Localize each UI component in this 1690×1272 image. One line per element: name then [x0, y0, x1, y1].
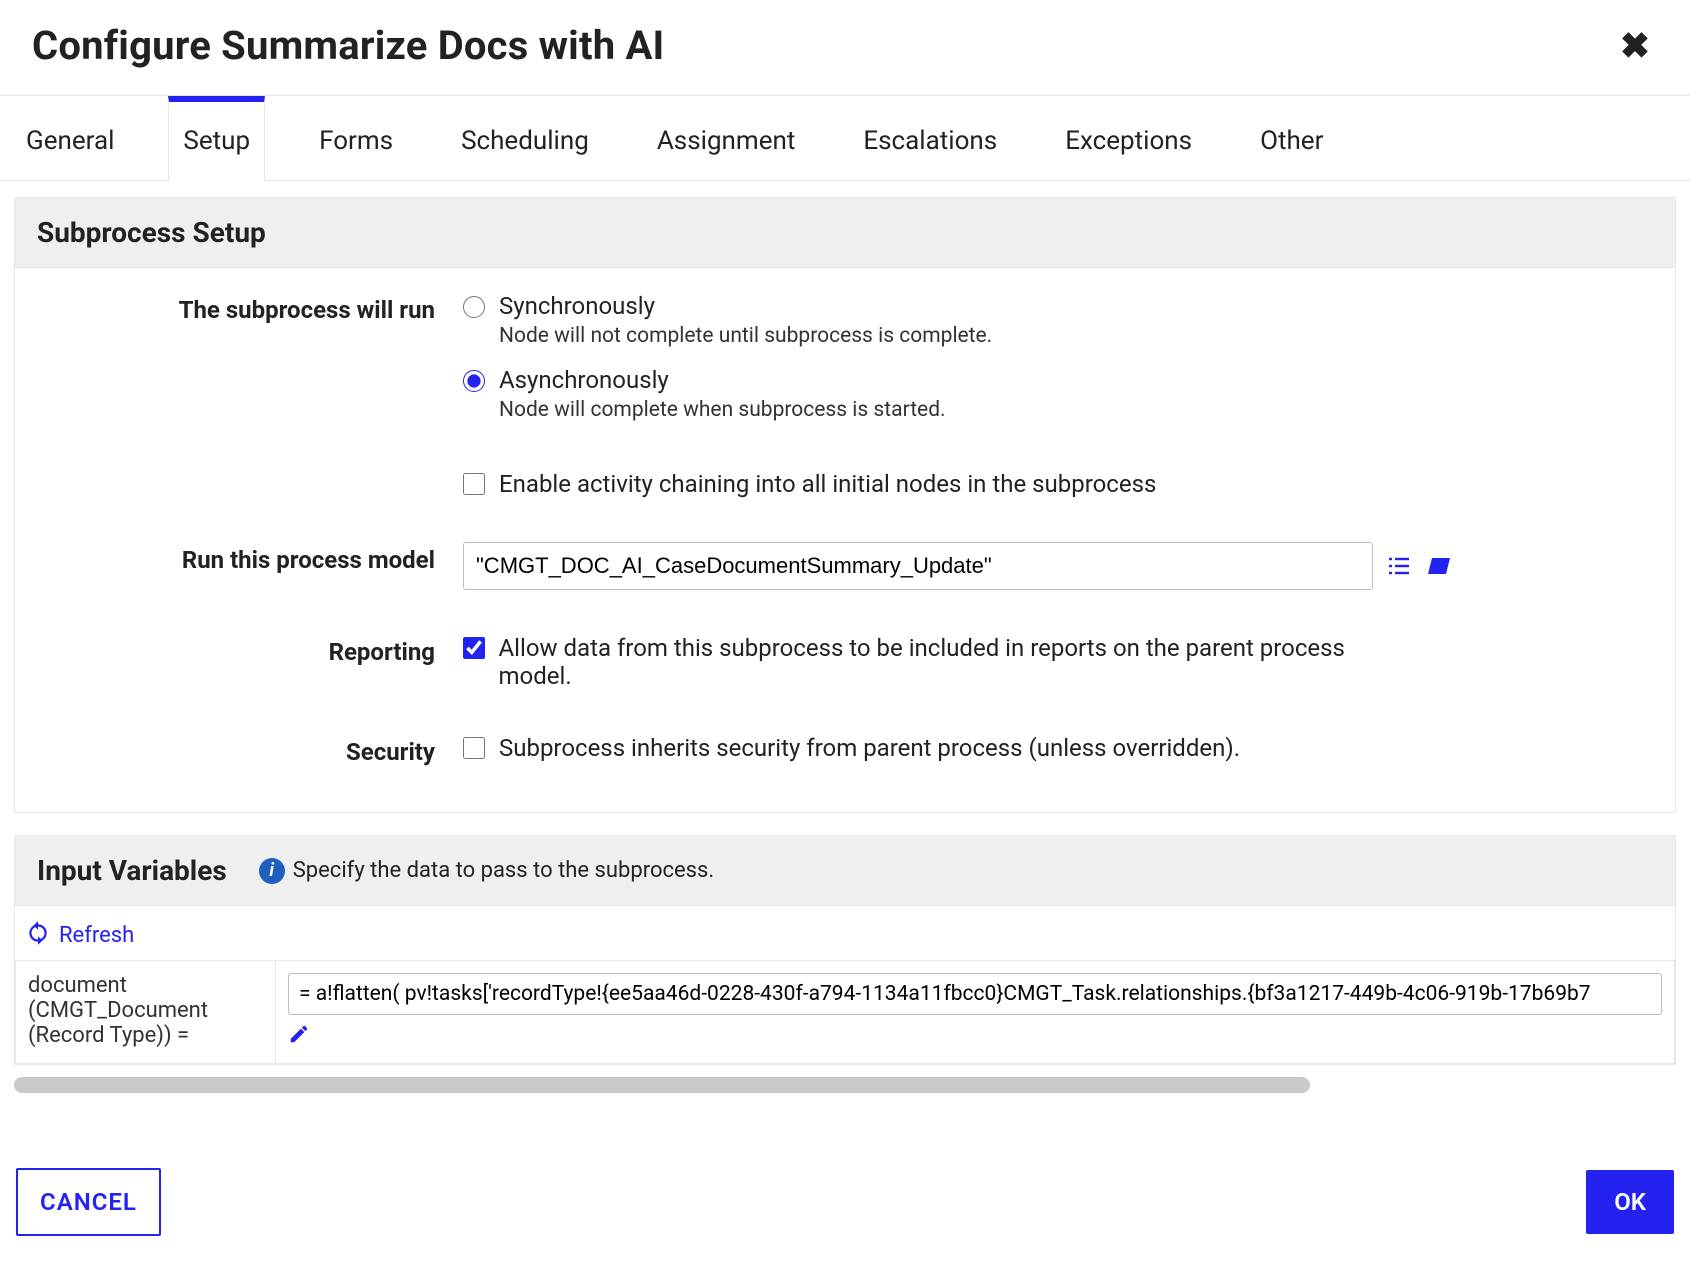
async-label: Asynchronously — [499, 366, 946, 394]
tab-strip: General Setup Forms Scheduling Assignmen… — [0, 96, 1690, 181]
ok-button[interactable]: OK — [1586, 1170, 1674, 1234]
reporting-text: Allow data from this subprocess to be in… — [499, 634, 1404, 690]
chaining-checkbox[interactable] — [463, 473, 485, 495]
iv-name-cell: document (CMGT_Document (Record Type)) = — [16, 961, 276, 1064]
edit-expression-icon[interactable] — [288, 1023, 310, 1051]
security-label: Security — [33, 734, 463, 766]
async-hint: Node will complete when subprocess is st… — [499, 398, 946, 422]
input-variables-header: Input Variables i Specify the data to pa… — [15, 836, 1675, 906]
titlebar: Configure Summarize Docs with AI ✖ — [0, 0, 1690, 96]
subprocess-setup-panel: Subprocess Setup The subprocess will run… — [14, 197, 1676, 813]
tab-forms[interactable]: Forms — [305, 96, 407, 180]
iv-value-cell — [276, 961, 1675, 1064]
list-picker-icon[interactable] — [1385, 552, 1413, 580]
chaining-label: Enable activity chaining into all initia… — [499, 470, 1156, 498]
input-variables-help: Specify the data to pass to the subproce… — [293, 858, 714, 883]
table-row: document (CMGT_Document (Record Type)) = — [16, 961, 1675, 1064]
cancel-button[interactable]: CANCEL — [16, 1168, 161, 1236]
model-label: Run this process model — [33, 542, 463, 574]
erase-icon[interactable] — [1425, 552, 1453, 580]
tab-other[interactable]: Other — [1246, 96, 1337, 180]
h-scrollbar-thumb[interactable] — [14, 1077, 1310, 1093]
process-model-input[interactable] — [463, 542, 1373, 590]
sync-radio[interactable] — [463, 296, 485, 318]
close-icon[interactable]: ✖ — [1612, 24, 1658, 68]
input-variables-panel: Input Variables i Specify the data to pa… — [14, 835, 1676, 1065]
tab-general[interactable]: General — [12, 96, 128, 180]
tab-exceptions[interactable]: Exceptions — [1051, 96, 1206, 180]
refresh-icon[interactable] — [25, 920, 51, 950]
security-text: Subprocess inherits security from parent… — [499, 734, 1240, 762]
tab-escalations[interactable]: Escalations — [849, 96, 1011, 180]
tab-scheduling[interactable]: Scheduling — [447, 96, 603, 180]
async-radio[interactable] — [463, 370, 485, 392]
tab-setup[interactable]: Setup — [168, 96, 265, 181]
subprocess-setup-header: Subprocess Setup — [15, 198, 1675, 268]
input-variables-table: document (CMGT_Document (Record Type)) = — [15, 960, 1675, 1064]
info-icon: i — [259, 858, 285, 884]
sync-hint: Node will not complete until subprocess … — [499, 324, 992, 348]
sync-label: Synchronously — [499, 292, 992, 320]
dialog-footer: CANCEL OK — [0, 1148, 1690, 1272]
security-checkbox[interactable] — [463, 737, 485, 759]
run-mode-label: The subprocess will run — [33, 292, 463, 324]
reporting-checkbox[interactable] — [463, 637, 485, 659]
tab-assignment[interactable]: Assignment — [643, 96, 810, 180]
h-scrollbar[interactable] — [14, 1077, 1676, 1093]
input-variables-title: Input Variables — [37, 854, 227, 887]
refresh-link[interactable]: Refresh — [59, 923, 134, 948]
dialog-title: Configure Summarize Docs with AI — [32, 22, 664, 69]
iv-expression-input[interactable] — [288, 973, 1662, 1015]
reporting-label: Reporting — [33, 634, 463, 666]
